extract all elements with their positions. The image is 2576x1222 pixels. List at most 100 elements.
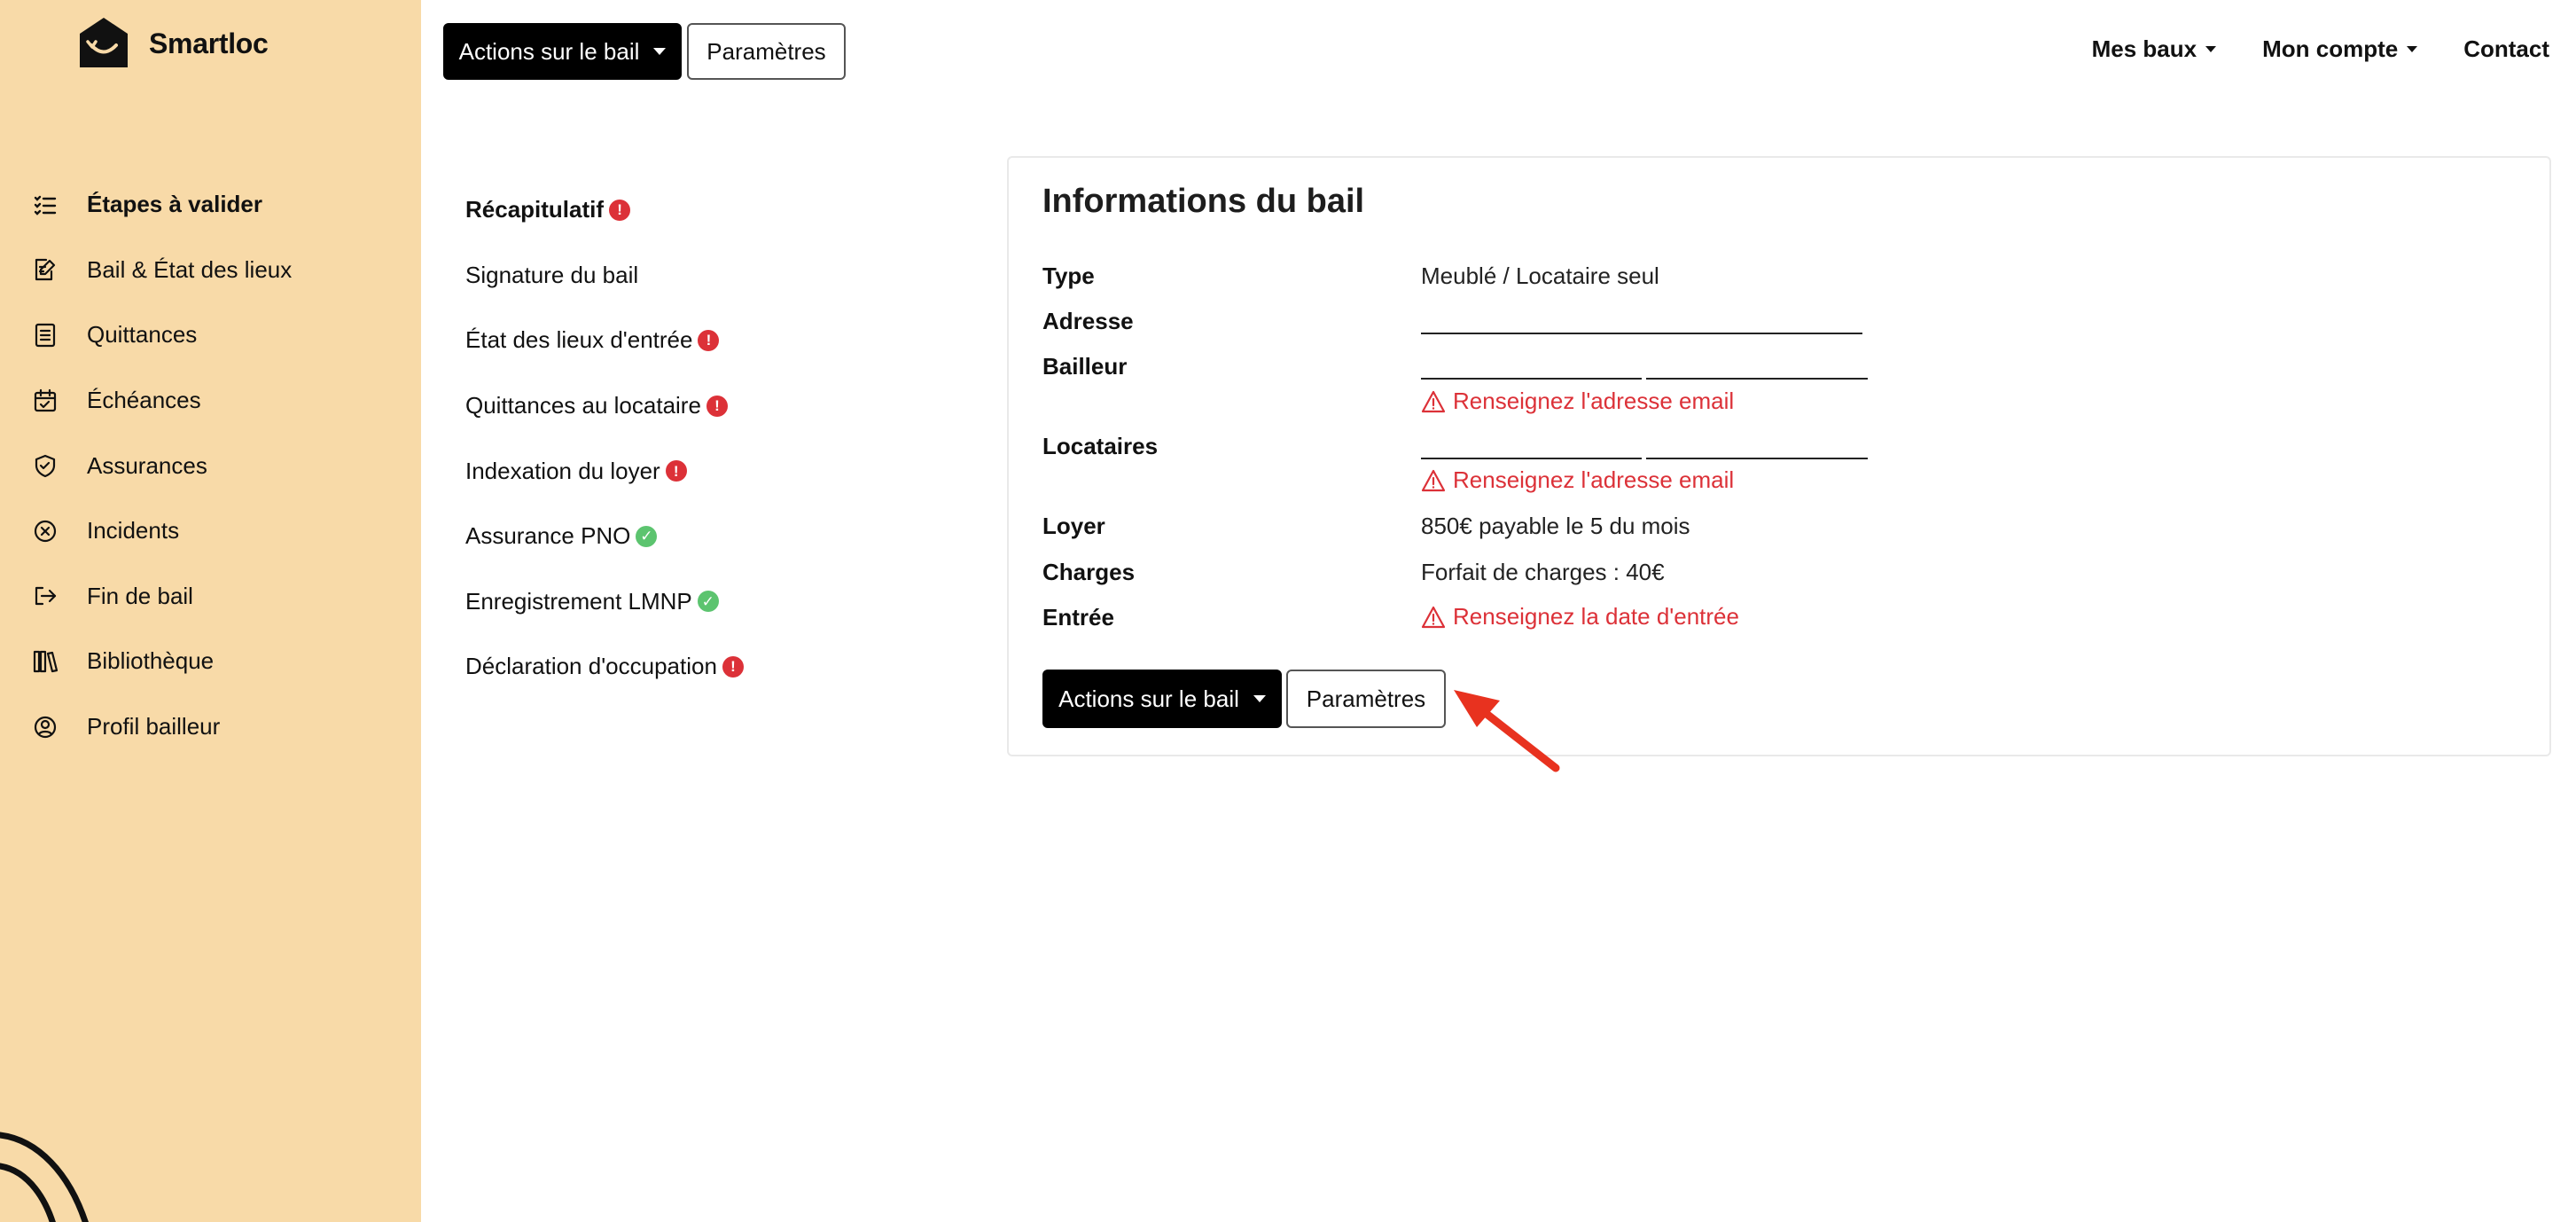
value-loyer: 850€ payable le 5 du mois [1421, 513, 1690, 539]
error-icon: ! [706, 395, 728, 417]
actions-bail-label: Actions sur le bail [458, 37, 640, 65]
value-type: Meublé / Locataire seul [1421, 262, 1659, 289]
step-signature[interactable]: Signature du bail [465, 243, 944, 309]
steps-list: Récapitulatif ! Signature du bail État d… [465, 177, 944, 700]
sidebar-item-label: Fin de bail [87, 582, 193, 609]
step-label: Déclaration d'occupation [465, 653, 717, 680]
label-adresse: Adresse [1042, 308, 1134, 334]
sidebar-item-label: Incidents [87, 517, 180, 544]
label-type: Type [1042, 262, 1095, 289]
parametres-label: Paramètres [1306, 685, 1426, 712]
parametres-label: Paramètres [706, 37, 826, 65]
value-charges: Forfait de charges : 40€ [1421, 559, 1665, 585]
circle-x-icon [32, 518, 59, 544]
sidebar-item-label: Bibliothèque [87, 647, 215, 675]
error-icon: ! [665, 460, 687, 482]
nav-mes-baux[interactable]: Mes baux [2092, 35, 2217, 63]
shield-icon [32, 452, 59, 479]
locataire-firstname-blank [1421, 458, 1642, 459]
check-icon: ✓ [697, 591, 719, 613]
bailleur-email-warning[interactable]: Renseignez l'adresse email [1421, 388, 1734, 415]
sidebar-item-quittances[interactable]: Quittances [0, 302, 421, 368]
nav-label: Contact [2463, 35, 2549, 62]
nav-mon-compte[interactable]: Mon compte [2262, 35, 2418, 63]
nav-label: Mes baux [2091, 35, 2197, 62]
warning-text: Renseignez l'adresse email [1453, 466, 1735, 493]
step-assurance-pno[interactable]: Assurance PNO ✓ [465, 504, 944, 569]
warning-text: Renseignez l'adresse email [1453, 388, 1735, 414]
label-locataires: Locataires [1042, 433, 1159, 459]
exit-icon [32, 583, 59, 609]
step-label: Quittances au locataire [465, 392, 701, 419]
actions-bail-label: Actions sur le bail [1058, 685, 1239, 712]
entree-date-warning[interactable]: Renseignez la date d'entrée [1421, 603, 1739, 631]
caret-down-icon [2407, 46, 2418, 52]
sidebar-item-fin-de-bail[interactable]: Fin de bail [0, 564, 421, 630]
label-loyer: Loyer [1042, 513, 1105, 539]
sidebar-item-label: Quittances [87, 321, 198, 349]
step-indexation[interactable]: Indexation du loyer ! [465, 438, 944, 504]
receipt-icon [32, 322, 59, 349]
sidebar-item-label: Profil bailleur [87, 713, 221, 740]
sidebar-item-bail[interactable]: Bail & État des lieux [0, 238, 421, 303]
lease-info-card: Informations du bail Type Meublé / Locat… [1007, 156, 2551, 756]
nav-contact[interactable]: Contact [2463, 35, 2549, 63]
sidebar-item-label: Étapes à valider [87, 191, 262, 218]
red-arrow-annotation-icon [1454, 690, 1560, 772]
locataires-email-warning[interactable]: Renseignez l'adresse email [1421, 466, 1734, 494]
card-parametres-button[interactable]: Paramètres [1286, 670, 1446, 728]
card-actions-bail-dropdown-button[interactable]: Actions sur le bail [1042, 670, 1282, 728]
user-circle-icon [32, 714, 59, 740]
error-icon: ! [722, 655, 744, 678]
label-entree: Entrée [1042, 604, 1114, 631]
sidebar-nav: Étapes à valider Bail & État des lieux Q… [0, 172, 421, 759]
label-bailleur: Bailleur [1042, 353, 1128, 380]
parametres-button[interactable]: Paramètres [687, 23, 846, 80]
actions-bail-dropdown-button[interactable]: Actions sur le bail [443, 23, 682, 80]
bailleur-firstname-blank [1421, 378, 1642, 380]
step-declaration-occupation[interactable]: Déclaration d'occupation ! [465, 634, 944, 700]
warning-triangle-icon [1421, 390, 1446, 412]
library-icon [32, 648, 59, 675]
check-icon: ✓ [636, 525, 658, 547]
checklist-icon [32, 192, 59, 218]
error-icon: ! [698, 329, 720, 351]
step-enregistrement-lmnp[interactable]: Enregistrement LMNP ✓ [465, 569, 944, 635]
sidebar-item-echeances[interactable]: Échéances [0, 368, 421, 434]
step-recapitulatif[interactable]: Récapitulatif ! [465, 177, 944, 243]
caret-down-icon [2205, 46, 2217, 52]
sidebar-item-bibliotheque[interactable]: Bibliothèque [0, 629, 421, 694]
decorative-swirl [0, 1132, 89, 1222]
step-label: État des lieux d'entrée [465, 326, 693, 354]
adresse-blank [1421, 333, 1862, 334]
bailleur-lastname-blank [1646, 378, 1868, 380]
sidebar-item-label: Échéances [87, 387, 201, 414]
label-charges: Charges [1042, 559, 1136, 585]
sidebar-item-etapes[interactable]: Étapes à valider [0, 172, 421, 238]
caret-down-icon [1253, 695, 1266, 702]
sidebar-item-assurances[interactable]: Assurances [0, 433, 421, 498]
step-quittances[interactable]: Quittances au locataire ! [465, 373, 944, 439]
card-title: Informations du bail [1042, 183, 1365, 220]
step-label: Assurance PNO [465, 522, 631, 550]
locataire-lastname-blank [1646, 458, 1868, 459]
warning-text: Renseignez la date d'entrée [1453, 603, 1739, 630]
step-label: Indexation du loyer [465, 457, 660, 484]
error-icon: ! [609, 199, 631, 221]
brand-name: Smartloc [149, 27, 269, 59]
sidebar-item-label: Assurances [87, 451, 207, 479]
warning-triangle-icon [1421, 469, 1446, 491]
sidebar-item-profil[interactable]: Profil bailleur [0, 694, 421, 760]
edit-document-icon [32, 256, 59, 283]
step-label: Signature du bail [465, 261, 639, 288]
house-logo-icon [80, 18, 128, 67]
sidebar-item-incidents[interactable]: Incidents [0, 498, 421, 564]
warning-triangle-icon [1421, 606, 1446, 628]
caret-down-icon [653, 48, 667, 55]
sidebar-item-label: Bail & État des lieux [87, 255, 293, 283]
step-label: Enregistrement LMNP [465, 587, 692, 615]
brand[interactable]: Smartloc [76, 14, 269, 73]
step-label: Récapitulatif [465, 196, 605, 223]
calendar-check-icon [32, 388, 59, 414]
step-etat-des-lieux[interactable]: État des lieux d'entrée ! [465, 308, 944, 373]
